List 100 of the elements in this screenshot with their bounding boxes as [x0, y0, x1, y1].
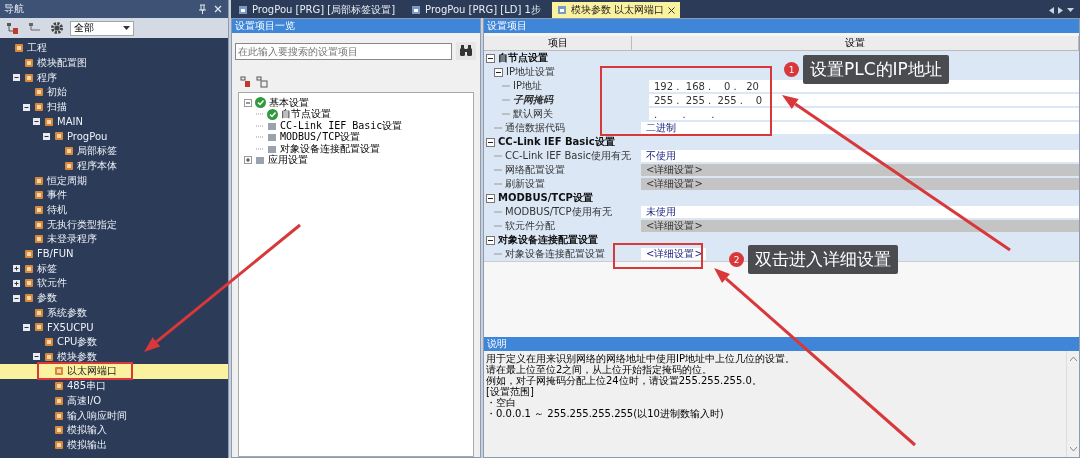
- scroll-down-icon[interactable]: [1069, 447, 1077, 451]
- collapse-icon[interactable]: [494, 67, 503, 77]
- document-tab[interactable]: 模块参数 以太网端口: [551, 2, 681, 18]
- setting-value[interactable]: <详细设置>: [641, 164, 1079, 176]
- expand-all-icon[interactable]: [240, 76, 252, 88]
- tree-item[interactable]: 未登录程序: [0, 231, 228, 247]
- tree-item[interactable]: 模拟输出: [0, 437, 228, 453]
- tree-item[interactable]: 扫描: [0, 99, 228, 115]
- expand-icon[interactable]: [243, 156, 252, 165]
- tree-item[interactable]: 程序本体: [0, 158, 228, 174]
- collapse-icon[interactable]: [13, 294, 20, 302]
- settings-tree-item[interactable]: 基本设置: [239, 97, 473, 109]
- settings-tree-item[interactable]: 应用设置: [239, 154, 473, 166]
- document-icon: [54, 131, 64, 142]
- setting-value[interactable]: <详细设置>: [641, 178, 1079, 190]
- tree-item[interactable]: 事件: [0, 187, 228, 203]
- column-header: 项目: [484, 36, 632, 50]
- tree-item[interactable]: 485串口: [0, 378, 228, 394]
- tree-item[interactable]: 恒定周期: [0, 173, 228, 188]
- setting-value[interactable]: 未使用: [641, 206, 1079, 218]
- collapse-icon[interactable]: [486, 235, 495, 245]
- tree-item[interactable]: 输入响应时间: [0, 408, 228, 423]
- caret-icon[interactable]: [1067, 8, 1074, 12]
- selected-tree-item[interactable]: 以太网端口: [0, 364, 228, 379]
- tree-connector-icon: [494, 169, 502, 171]
- tree-item[interactable]: 待机: [0, 202, 228, 218]
- pin-icon[interactable]: [199, 4, 206, 14]
- tree-item[interactable]: 模块参数: [0, 349, 228, 365]
- tree-item[interactable]: CPU参数: [0, 334, 228, 350]
- setting-label: 通信数据代码: [505, 121, 565, 135]
- tree-item[interactable]: 工程: [0, 41, 228, 56]
- tree-connector-icon: [502, 99, 510, 101]
- document-tab[interactable]: ProgPou [PRG] [LD] 1步: [406, 2, 546, 18]
- document-icon: [54, 381, 64, 392]
- expand-icon[interactable]: [13, 279, 20, 287]
- search-field[interactable]: 在此输入要搜索的设置项目: [235, 42, 452, 60]
- tree-connector-icon: [494, 183, 502, 185]
- collapse-icon[interactable]: [23, 103, 30, 111]
- document-icon: [54, 425, 64, 436]
- scroll-up-icon[interactable]: [1069, 357, 1077, 361]
- close-icon[interactable]: [668, 6, 676, 14]
- setting-label: 对象设备连接配置设置: [505, 247, 605, 261]
- tree-item[interactable]: 软元件: [0, 276, 228, 291]
- tree-item[interactable]: ProgPou: [0, 129, 228, 144]
- setting-label: 网络配置设置: [505, 163, 565, 177]
- collapse-icon[interactable]: [33, 118, 40, 126]
- setting-value[interactable]: <详细设置>: [641, 220, 1079, 232]
- document-icon: [24, 293, 34, 304]
- setting-value[interactable]: 二进制: [641, 122, 1079, 134]
- document-icon: [64, 146, 74, 157]
- tree-item[interactable]: 初始: [0, 85, 228, 100]
- expand-icon[interactable]: [13, 265, 20, 273]
- setting-value: . . .: [649, 108, 1079, 120]
- settings-tree-item[interactable]: CC-Link IEF Basic设置: [239, 120, 473, 132]
- document-icon: [34, 234, 44, 245]
- setting-label: IP地址: [513, 79, 542, 93]
- scroll-right-icon[interactable]: [1058, 6, 1063, 14]
- document-icon: [34, 322, 44, 333]
- setting-value: 255 . 255 . 255 . 0: [649, 94, 1079, 106]
- tree-item[interactable]: MAIN: [0, 114, 228, 130]
- collapse-icon[interactable]: [43, 132, 50, 140]
- search-button[interactable]: [456, 42, 476, 60]
- tree-item[interactable]: FB/FUN: [0, 246, 228, 262]
- collapse-icon[interactable]: [23, 323, 30, 331]
- collapse-icon[interactable]: [486, 53, 495, 63]
- settings-tree-item[interactable]: MODBUS/TCP设置: [239, 131, 473, 143]
- tree-item[interactable]: 局部标签: [0, 143, 228, 159]
- setting-label: 刷新设置: [505, 177, 545, 191]
- settings-tree-item[interactable]: 对象设备连接配置设置: [239, 143, 473, 155]
- tree-item[interactable]: 无执行类型指定: [0, 217, 228, 232]
- tree-item[interactable]: 程序: [0, 70, 228, 86]
- description-text: ・0.0.0.1 ～ 255.255.255.255(以10进制数输入时): [486, 408, 725, 419]
- tree-item[interactable]: 系统参数: [0, 305, 228, 321]
- tree-item[interactable]: 参数: [0, 290, 228, 306]
- group-label: 对象设备连接配置设置: [498, 233, 598, 247]
- settings-tree-item[interactable]: 自节点设置: [239, 108, 473, 120]
- tree-item[interactable]: FX5UCPU: [0, 320, 228, 335]
- collapse-icon[interactable]: [486, 137, 495, 147]
- document-icon: [14, 43, 24, 54]
- tree-item[interactable]: 模块配置图: [0, 55, 228, 71]
- tree-item[interactable]: 模拟输入: [0, 422, 228, 438]
- document-tab[interactable]: ProgPou [PRG] [局部标签设置]: [233, 2, 401, 18]
- tree-connector-icon: [494, 225, 502, 227]
- scroll-left-icon[interactable]: [1049, 6, 1054, 14]
- setting-value[interactable]: 不使用: [641, 150, 1079, 162]
- document-icon: [24, 278, 34, 289]
- gear-icon[interactable]: [50, 21, 64, 35]
- collapse-icon[interactable]: [33, 353, 40, 361]
- tree-item[interactable]: 高速I/O: [0, 393, 228, 409]
- column-header: 设置: [632, 36, 1079, 50]
- setting-label: 软元件分配: [505, 219, 555, 233]
- document-icon: [24, 248, 34, 259]
- collapse-icon[interactable]: [13, 74, 20, 82]
- collapse-all-icon[interactable]: [256, 76, 268, 88]
- pane-title: 设置项目: [484, 19, 1079, 33]
- pane-title: 设置项目一览: [232, 19, 480, 33]
- document-icon: [238, 5, 248, 15]
- tree-item[interactable]: 标签: [0, 261, 228, 276]
- filter-dropdown[interactable]: 全部: [70, 20, 134, 36]
- collapse-icon[interactable]: [486, 193, 495, 203]
